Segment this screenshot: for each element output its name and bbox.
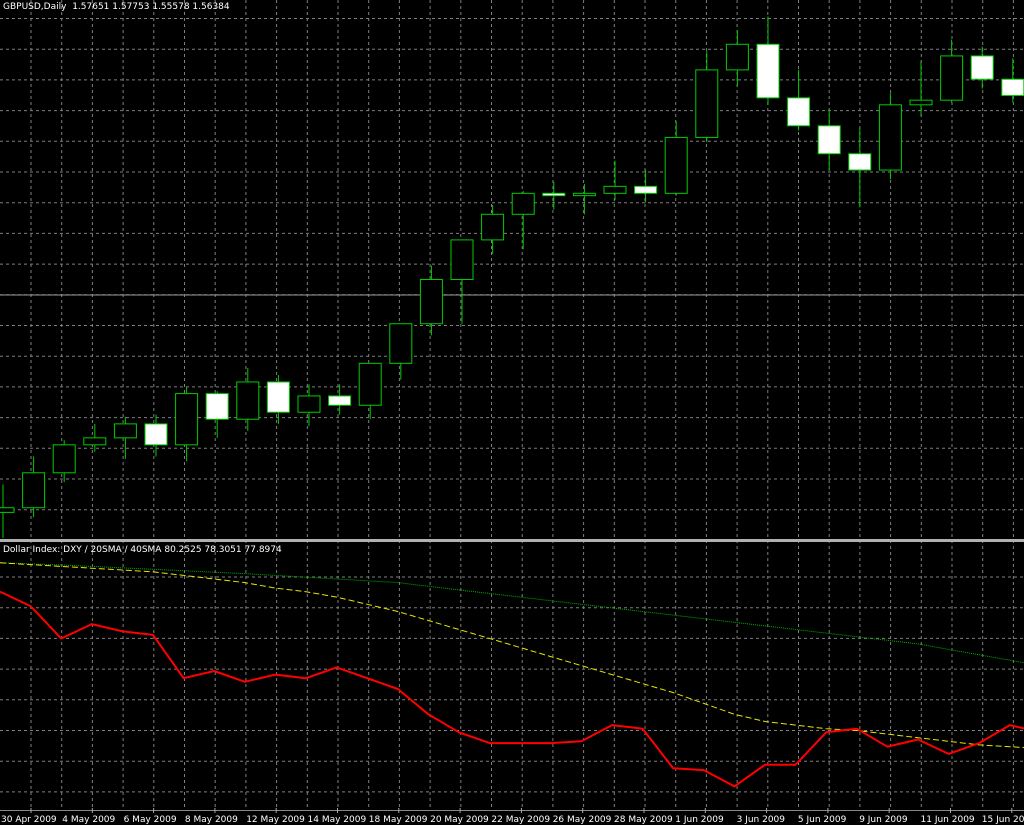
time-label: 4 May 2009 [62, 815, 115, 825]
time-label: 26 May 2009 [553, 815, 612, 825]
candle-body-bull [909, 99, 933, 106]
indicator-name: Dollar Index: DXY / 20SMA / 40SMA [3, 545, 162, 555]
candle-body-bear [266, 381, 290, 413]
candle-body-bull [389, 323, 413, 364]
candle-body-bear [542, 192, 566, 197]
candle-body-bear [848, 153, 872, 171]
main-chart-title: GBPUSD,Daily 1.57651 1.57753 1.55578 1.5… [3, 2, 230, 13]
candle-body-bull [175, 393, 199, 446]
candle-body-bear [817, 125, 841, 155]
candle-body-bull [481, 213, 505, 241]
time-label: 30 Apr 2009 [1, 815, 57, 825]
candle-body-bull [450, 239, 474, 280]
ohlc-values: 1.57651 1.57753 1.55578 1.56384 [72, 2, 230, 12]
candle-body-bull [878, 104, 902, 171]
candle-body-bull [0, 507, 15, 513]
time-label: 22 May 2009 [491, 815, 550, 825]
candle-body-bear [328, 395, 352, 406]
time-label: 8 May 2009 [185, 815, 238, 825]
candle-body-bull [511, 192, 535, 215]
time-label: 3 Jun 2009 [737, 815, 786, 825]
candle-body-bull [695, 69, 719, 138]
time-label: 15 Jun 2009 [982, 815, 1024, 825]
candle-body-bull [52, 444, 76, 474]
candle-body-bear [756, 43, 780, 99]
time-label: 1 Jun 2009 [675, 815, 724, 825]
pane-separator[interactable] [0, 539, 1024, 542]
candle-body-bull [419, 278, 443, 325]
candle-body-bull [236, 381, 260, 420]
candle-body-bull [603, 185, 627, 194]
candle-body-bear [205, 393, 229, 420]
candle-body-bull [83, 437, 107, 446]
time-label: 14 May 2009 [308, 815, 367, 825]
chart-background [0, 0, 1024, 825]
candle-body-bear [634, 185, 658, 194]
candle-body-bull [22, 472, 46, 509]
candle-body-bear [970, 55, 994, 80]
time-label: 28 May 2009 [614, 815, 673, 825]
candle-body-bear [1001, 78, 1024, 97]
time-label: 11 Jun 2009 [921, 815, 975, 825]
time-label: 9 Jun 2009 [859, 815, 908, 825]
time-label: 5 Jun 2009 [798, 815, 847, 825]
indicator-title: Dollar Index: DXY / 20SMA / 40SMA 80.252… [3, 545, 282, 556]
candle-body-bull [725, 43, 749, 71]
time-label: 18 May 2009 [369, 815, 428, 825]
candle-body-bull [297, 395, 321, 413]
candle-body-bear [787, 97, 811, 127]
candle-body-bull [664, 136, 688, 194]
candle-body-bull [940, 55, 964, 101]
candle [878, 93, 902, 180]
symbol-label: GBPUSD,Daily [3, 2, 67, 12]
candle-body-bull [358, 362, 382, 406]
candle-body-bear [144, 423, 168, 446]
trading-chart[interactable]: 30 Apr 2009 4 May 2009 6 May 2009 8 May 200… [0, 0, 1024, 825]
time-label: 6 May 2009 [124, 815, 177, 825]
candle-body-bull [113, 423, 137, 439]
time-label: 12 May 2009 [246, 815, 305, 825]
indicator-values: 80.2525 78.3051 77.8974 [164, 545, 282, 555]
candle-body-bull [572, 192, 596, 197]
time-label: 20 May 2009 [430, 815, 489, 825]
